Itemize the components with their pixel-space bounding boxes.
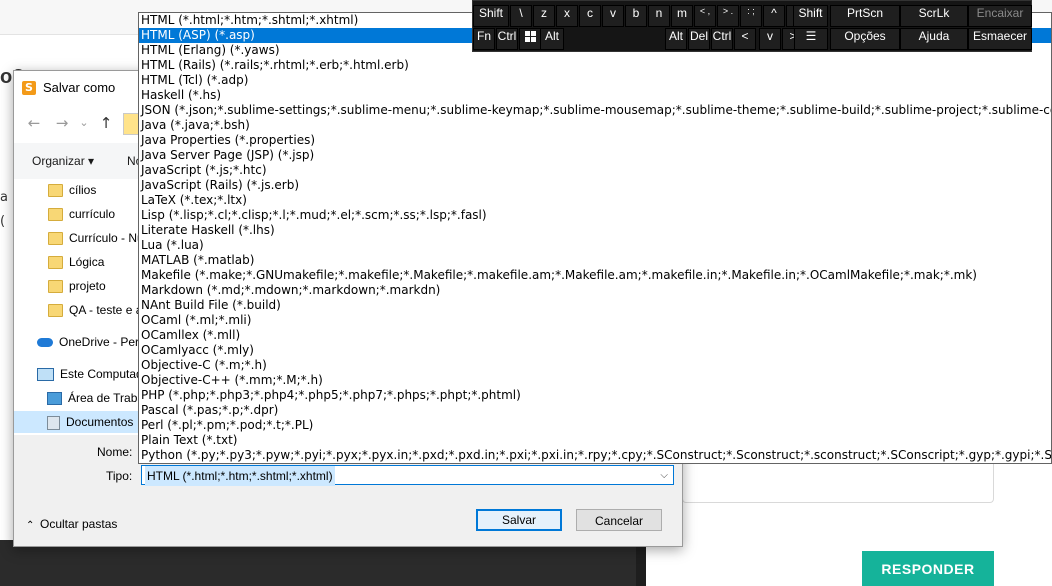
dialog-title: Salvar como: [43, 80, 116, 95]
folder-icon: [48, 208, 63, 222]
key-backslash[interactable]: \: [510, 5, 532, 27]
key-left-arrow[interactable]: <: [734, 28, 756, 50]
folder-icon: [48, 280, 63, 294]
chevron-down-icon: ⌵: [660, 470, 668, 481]
windows-logo-icon: [524, 31, 536, 43]
key-z[interactable]: z: [533, 5, 555, 27]
name-label: Nome:: [97, 445, 133, 459]
chevron-up-icon: ⌃: [26, 520, 35, 531]
file-type-select[interactable]: HTML (*.html;*.htm;*.shtml;*.xhtml) ⌵: [141, 465, 674, 486]
file-type-option[interactable]: JavaScript (*.js;*.htc): [139, 163, 1051, 178]
file-type-option[interactable]: OCamlyacc (*.mly): [139, 343, 1051, 358]
forward-arrow-icon[interactable]: →: [52, 113, 72, 133]
background-text-fragment: a: [0, 190, 8, 205]
key-fn[interactable]: Fn: [473, 28, 495, 50]
cancel-button[interactable]: Cancelar: [576, 509, 662, 531]
file-type-option[interactable]: Python (*.py;*.py3;*.pyw;*.pyi;*.pyx;*.p…: [139, 448, 1051, 463]
key-esmaecer[interactable]: Esmaecer: [968, 28, 1032, 50]
file-type-option[interactable]: LaTeX (*.tex;*.ltx): [139, 193, 1051, 208]
key-windows[interactable]: [519, 28, 541, 50]
key-alt-right[interactable]: Alt: [665, 28, 687, 50]
key-semicolon[interactable]: : ;: [740, 5, 762, 27]
file-type-option[interactable]: Java (*.java;*.bsh): [139, 118, 1051, 133]
key-shift-right[interactable]: Shift: [793, 5, 828, 27]
file-type-option[interactable]: PHP (*.php;*.php3;*.php4;*.php5;*.php7;*…: [139, 388, 1051, 403]
file-type-option[interactable]: Markdown (*.md;*.mdown;*.markdown;*.mark…: [139, 283, 1051, 298]
file-type-option[interactable]: Literate Haskell (*.lhs): [139, 223, 1051, 238]
key-m[interactable]: m: [671, 5, 693, 27]
key-b[interactable]: b: [625, 5, 647, 27]
computer-icon: [37, 368, 54, 382]
file-type-option[interactable]: HTML (Rails) (*.rails;*.rhtml;*.erb;*.ht…: [139, 58, 1051, 73]
key-del[interactable]: Del: [688, 28, 710, 50]
document-icon: [47, 415, 60, 430]
folder-icon: [48, 184, 63, 198]
file-type-option[interactable]: Plain Text (*.txt): [139, 433, 1051, 448]
key-c[interactable]: c: [579, 5, 601, 27]
file-type-option[interactable]: MATLAB (*.matlab): [139, 253, 1051, 268]
file-type-option[interactable]: Java Properties (*.properties): [139, 133, 1051, 148]
file-type-dropdown-list: HTML (*.html;*.htm;*.shtml;*.xhtml) HTML …: [138, 12, 1052, 464]
key-down-arrow[interactable]: v: [759, 28, 781, 50]
key-up-arrow[interactable]: ^: [763, 5, 785, 27]
save-button[interactable]: Salvar: [476, 509, 562, 531]
desktop-icon: [47, 392, 62, 406]
respond-button[interactable]: RESPONDER: [862, 551, 994, 586]
key-menu[interactable]: ☰: [794, 28, 828, 50]
key-alt-left[interactable]: Alt: [540, 28, 564, 50]
file-type-option[interactable]: Perl (*.pl;*.pm;*.pod;*.t;*.PL): [139, 418, 1051, 433]
navigation-tree: cílios currículo Currículo - Nu Lógica p…: [14, 179, 175, 435]
key-prtscn[interactable]: PrtScn: [830, 5, 900, 27]
key-n[interactable]: n: [648, 5, 670, 27]
key-encaixar[interactable]: Encaixar: [968, 5, 1032, 27]
folder-icon: [48, 256, 63, 270]
file-type-option[interactable]: Lisp (*.lisp;*.cl;*.clisp;*.l;*.mud;*.el…: [139, 208, 1051, 223]
key-scrlk[interactable]: ScrLk: [900, 5, 968, 27]
file-type-option[interactable]: OCaml (*.ml;*.mli): [139, 313, 1051, 328]
file-type-option[interactable]: JSON (*.json;*.sublime-settings;*.sublim…: [139, 103, 1051, 118]
on-screen-keyboard: Shift\zxcvbnm< ,> .: ;^? /ShiftPrtScnScr…: [472, 0, 1032, 52]
key-x[interactable]: x: [556, 5, 578, 27]
file-type-value: HTML (*.html;*.htm;*.shtml;*.xhtml): [145, 466, 335, 486]
key-ajuda[interactable]: Ajuda: [900, 28, 968, 50]
chevron-down-icon[interactable]: ⌄: [74, 113, 94, 133]
file-type-option[interactable]: Objective-C (*.m;*.h): [139, 358, 1051, 373]
file-type-option[interactable]: Pascal (*.pas;*.p;*.dpr): [139, 403, 1051, 418]
background-text-fragment: (: [0, 214, 6, 229]
folder-icon: [48, 304, 63, 318]
onedrive-cloud-icon: [37, 338, 53, 348]
organize-button[interactable]: Organizar ▾: [32, 154, 94, 168]
hide-folders-toggle[interactable]: ⌃ Ocultar pastas: [26, 517, 117, 531]
file-type-option[interactable]: HTML (Tcl) (*.adp): [139, 73, 1051, 88]
key-ctrl-right[interactable]: Ctrl: [711, 28, 733, 50]
file-type-option[interactable]: Haskell (*.hs): [139, 88, 1051, 103]
key-opcoes[interactable]: Opções: [830, 28, 900, 50]
answer-textarea[interactable]: [682, 460, 994, 503]
key-period[interactable]: > .: [717, 5, 739, 27]
sublime-app-icon: S: [22, 81, 36, 95]
type-label: Tipo:: [106, 469, 133, 483]
key-ctrl-left[interactable]: Ctrl: [496, 28, 518, 50]
file-type-option[interactable]: OCamllex (*.mll): [139, 328, 1051, 343]
file-type-option[interactable]: Makefile (*.make;*.GNUmakefile;*.makefil…: [139, 268, 1051, 283]
key-shift-left[interactable]: Shift: [473, 5, 509, 27]
file-type-option[interactable]: Objective-C++ (*.mm;*.M;*.h): [139, 373, 1051, 388]
file-type-option[interactable]: NAnt Build File (*.build): [139, 298, 1051, 313]
file-type-option[interactable]: Java Server Page (JSP) (*.jsp): [139, 148, 1051, 163]
up-arrow-icon[interactable]: ↑: [96, 113, 116, 133]
key-v[interactable]: v: [602, 5, 624, 27]
file-type-option[interactable]: JavaScript (Rails) (*.js.erb): [139, 178, 1051, 193]
file-type-option[interactable]: Lua (*.lua): [139, 238, 1051, 253]
back-arrow-icon[interactable]: ←: [24, 113, 44, 133]
key-comma[interactable]: < ,: [694, 5, 716, 27]
folder-icon: [48, 232, 63, 246]
